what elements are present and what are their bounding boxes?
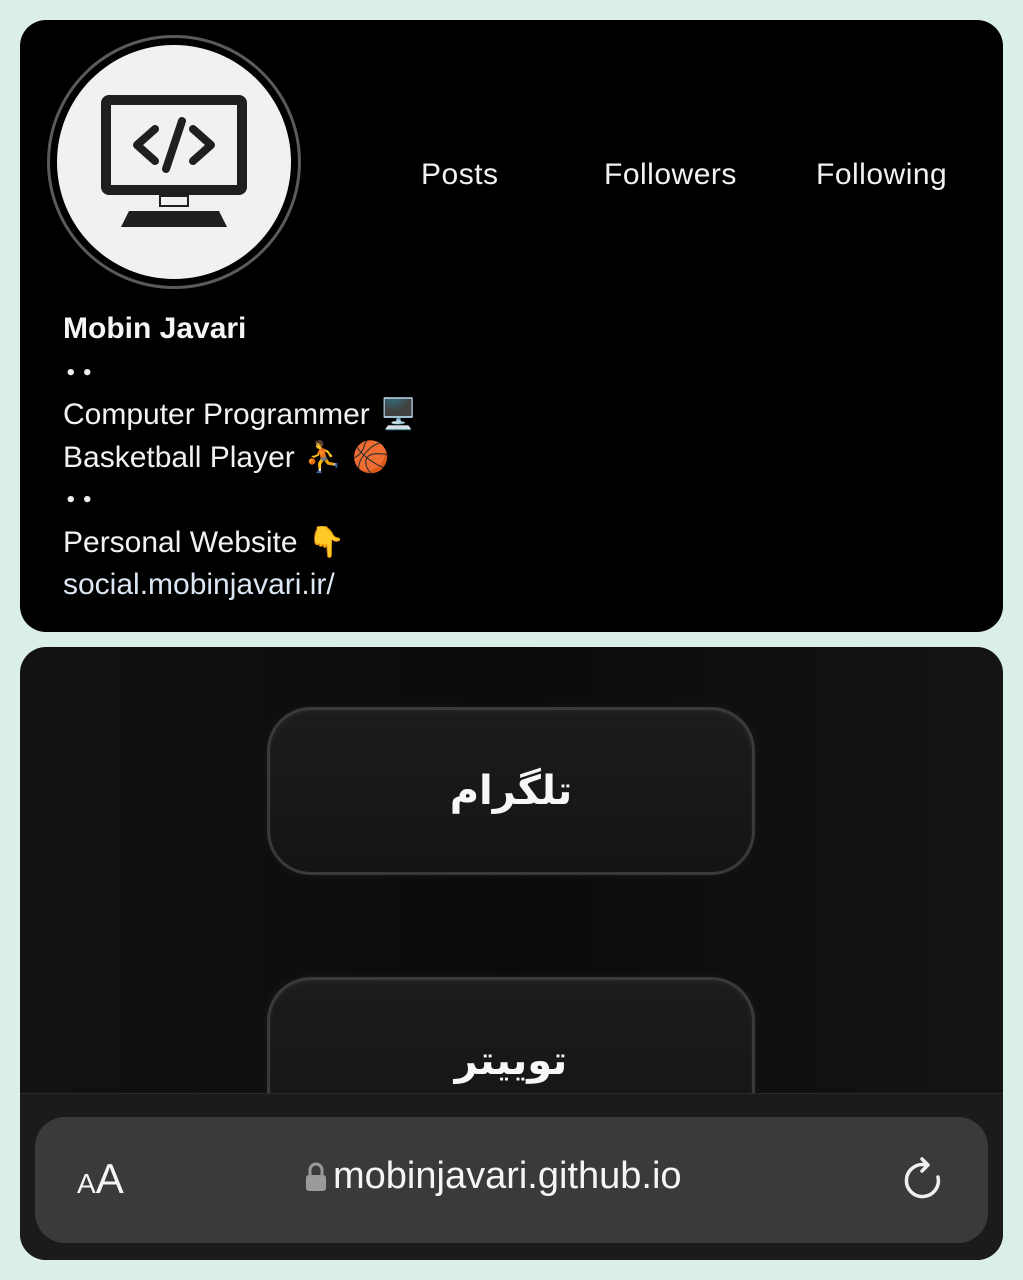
browser-card: تلگرام توییتر AA mobinjavari.github.io — [20, 647, 1003, 1260]
profile-avatar[interactable] — [47, 35, 301, 289]
bio-line-programmer: Computer Programmer 🖥️ — [63, 397, 417, 432]
text-size-big: A — [95, 1155, 124, 1202]
url-text: mobinjavari.github.io — [333, 1155, 682, 1197]
followers-stat[interactable]: Followers — [604, 158, 737, 192]
following-stat[interactable]: Following — [816, 158, 947, 192]
code-monitor-icon — [101, 95, 247, 227]
text-size-button[interactable]: AA — [77, 1155, 124, 1203]
avatar-circle — [57, 45, 291, 279]
telegram-button[interactable]: تلگرام — [267, 707, 755, 875]
text-size-small: A — [77, 1168, 96, 1199]
browser-toolbar: AA mobinjavari.github.io — [20, 1093, 1003, 1260]
pointing-down-icon: 👇 — [307, 526, 345, 559]
reload-icon[interactable] — [900, 1157, 948, 1205]
bio-text-basketball: Basketball Player — [63, 440, 295, 474]
basketball-icon: 🏀 — [352, 441, 390, 474]
lock-icon — [306, 1162, 326, 1191]
url-display[interactable]: mobinjavari.github.io — [305, 1155, 682, 1198]
profile-name: Mobin Javari — [63, 312, 247, 345]
desktop-computer-icon: 🖥️ — [379, 398, 418, 431]
profile-card: Posts Followers Following Mobin Javari •… — [20, 20, 1003, 632]
website-link[interactable]: social.mobinjavari.ir/ — [63, 568, 335, 602]
bio-line-website: Personal Website 👇 — [63, 525, 345, 560]
posts-stat[interactable]: Posts — [421, 158, 499, 192]
bio-separator: •• — [65, 363, 99, 384]
bio-separator-2: •• — [65, 490, 99, 511]
address-bar[interactable]: AA mobinjavari.github.io — [35, 1117, 988, 1243]
bio-text-programmer: Computer Programmer — [63, 397, 370, 431]
bio-line-basketball: Basketball Player ⛹️ 🏀 — [63, 440, 390, 475]
bio-text-website: Personal Website — [63, 525, 298, 559]
basketball-player-icon: ⛹️ — [304, 441, 343, 474]
